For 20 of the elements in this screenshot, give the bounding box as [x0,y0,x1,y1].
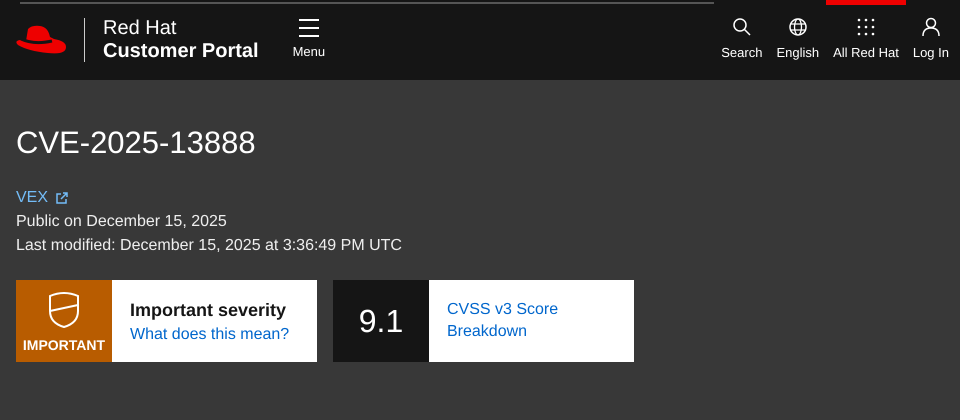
hat-logo[interactable] [14,25,68,55]
menu-icon [298,18,319,38]
modified-date: Last modified: December 15, 2025 at 3:36:49 PM UTC [16,236,403,256]
published-date: Public on December 15, 2025 [16,212,228,232]
page-title: CVE-2025-13888 [16,124,257,162]
score-breakdown-link[interactable]: CVSS v3 Score Breakdown [447,299,577,343]
user-icon [920,17,941,38]
search-icon [732,17,752,38]
brand-subtitle[interactable]: Customer Portal [103,39,259,63]
severity-badge: IMPORTANT [16,280,112,362]
external-link-icon [56,192,68,204]
cvss-score: 9.1 [333,280,429,362]
grid-icon [856,17,876,38]
shield-icon [48,291,80,329]
menu-button[interactable]: Menu [292,18,326,62]
severity-info-link[interactable]: What does this mean? [130,324,299,346]
globe-icon [788,17,808,38]
severity-heading: Important severity [130,298,288,322]
brand-name[interactable]: Red Hat [103,17,259,39]
vex-link[interactable]: VEX [16,186,48,210]
